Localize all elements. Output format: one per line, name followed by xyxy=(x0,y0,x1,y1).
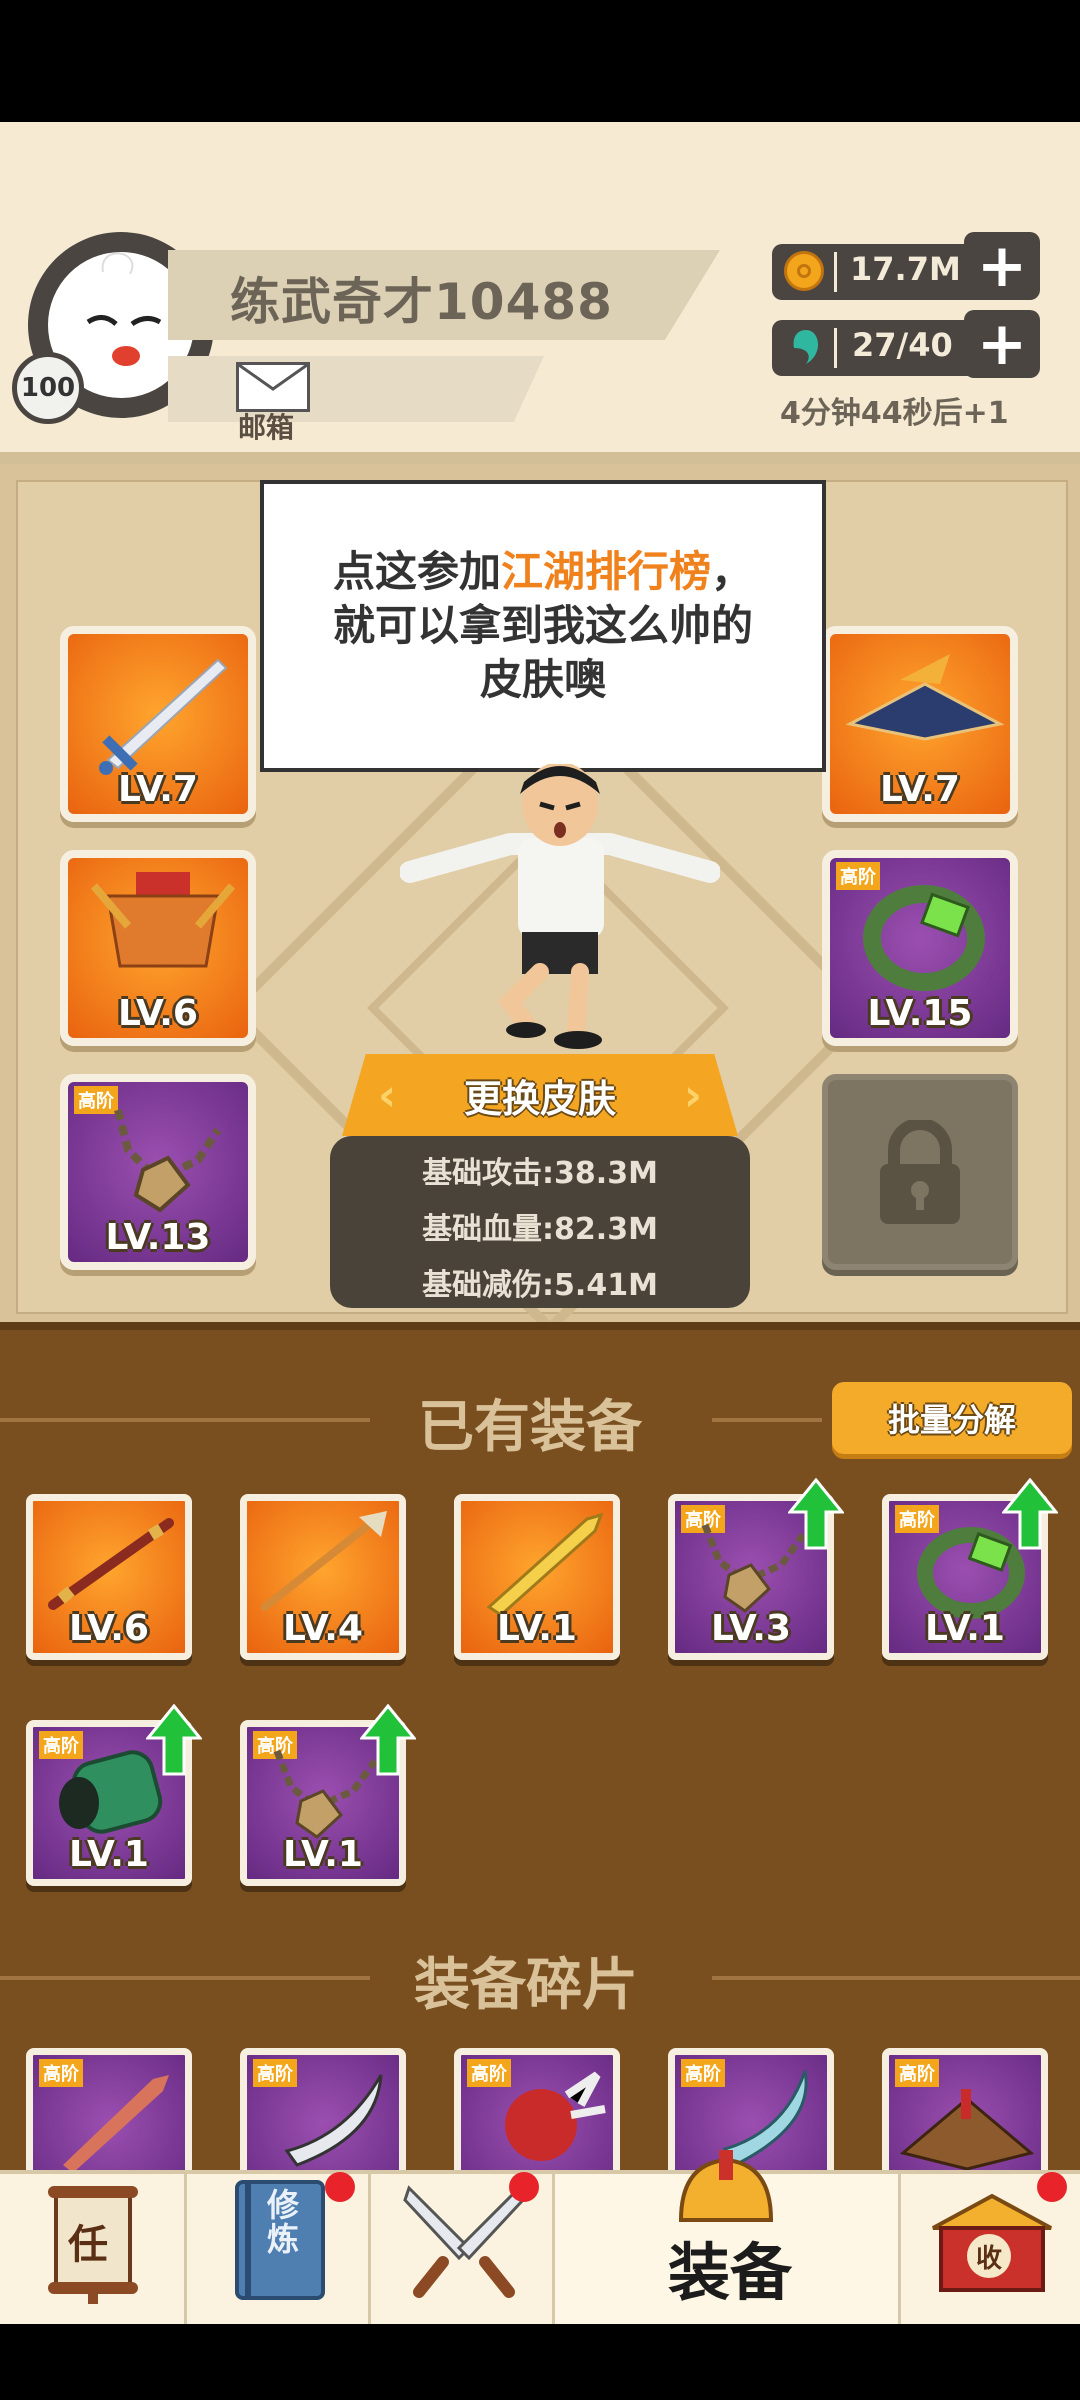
slot-level: LV.6 xyxy=(118,993,198,1034)
inventory-item[interactable]: LV.6 xyxy=(26,1494,192,1660)
item-level: LV.6 xyxy=(69,1608,149,1649)
nav-collect[interactable]: 收 xyxy=(901,2172,1080,2324)
notification-dot xyxy=(325,2172,355,2202)
stat-attack: 基础攻击:38.3M xyxy=(422,1156,658,1191)
section-line-left xyxy=(0,1976,370,1980)
equip-slot-weapon[interactable]: LV.7 xyxy=(60,626,256,822)
coin-amount: 17.7M xyxy=(850,250,961,288)
chevron-right-icon: › xyxy=(683,1070,702,1121)
change-skin-label: 更换皮肤 xyxy=(463,1076,616,1121)
straw-hat-icon xyxy=(845,654,1005,741)
mailbox-label[interactable]: 邮箱 xyxy=(238,406,294,446)
speech-comma: ， xyxy=(711,547,754,596)
quest-glyph: 任 xyxy=(68,2222,108,2268)
item-level: LV.1 xyxy=(283,1834,363,1875)
slot-level: LV.13 xyxy=(105,1217,211,1258)
item-level: LV.1 xyxy=(497,1608,577,1649)
nav-battle[interactable] xyxy=(371,2172,552,2324)
inventory-item[interactable]: LV.1 xyxy=(454,1494,620,1660)
equip-slot-hat[interactable]: LV.7 xyxy=(822,626,1018,822)
item-level: LV.3 xyxy=(711,1608,791,1649)
staff-icon xyxy=(48,1518,174,1610)
item-level: LV.4 xyxy=(283,1608,363,1649)
add-stamina-button[interactable]: + xyxy=(964,310,1040,378)
speech-prefix: 点这参加 xyxy=(332,547,501,596)
inventory-divider xyxy=(0,1322,1080,1330)
fragment-item[interactable]: 高阶 xyxy=(240,2048,406,2170)
slot-level: LV.15 xyxy=(867,993,973,1034)
section-line-right xyxy=(712,1976,1080,1980)
fragment-item[interactable]: 高阶 xyxy=(454,2048,620,2170)
mail-banner xyxy=(168,356,544,422)
change-skin-button[interactable]: ‹ 更换皮肤 › xyxy=(342,1054,738,1136)
add-coins-button[interactable]: + xyxy=(964,232,1040,300)
equip-slot-necklace[interactable]: 高阶 LV.13 xyxy=(60,1074,256,1270)
necklace-icon xyxy=(114,1109,222,1213)
sword-icon xyxy=(99,658,228,775)
helmet-icon xyxy=(678,2150,774,2222)
speech-line2: 就可以拿到我这么帅的 xyxy=(332,601,753,650)
speech-bubble[interactable]: 点这参加江湖排行榜， 就可以拿到我这么帅的 皮肤噢 xyxy=(260,480,826,772)
stat-damage-reduction: 基础减伤:5.41M xyxy=(422,1268,658,1303)
nav-training[interactable]: 修 炼 xyxy=(187,2172,368,2324)
leaderboard-link[interactable]: 江湖排行榜 xyxy=(501,547,711,596)
equip-slot-locked[interactable] xyxy=(822,1074,1018,1270)
blade-icon xyxy=(486,1512,604,1617)
owned-equipment-title: 已有装备 xyxy=(418,1395,642,1460)
player-level-badge: 100 xyxy=(12,352,84,424)
upgrade-arrow-icon xyxy=(360,1704,416,1776)
speech-line3: 皮肤噢 xyxy=(479,655,606,704)
equip-slot-armor[interactable]: LV.6 xyxy=(60,850,256,1046)
upgrade-arrow-icon xyxy=(1002,1478,1058,1550)
bulk-decompose-button[interactable]: 批量分解 xyxy=(832,1382,1072,1454)
stamina-divider xyxy=(834,328,837,368)
item-level: LV.1 xyxy=(69,1834,149,1875)
equip-slot-bracelet[interactable]: 高阶 LV.15 xyxy=(822,850,1018,1046)
upgrade-arrow-icon xyxy=(146,1704,202,1776)
fragment-item[interactable]: 高阶 xyxy=(882,2048,1048,2170)
notification-dot xyxy=(1037,2172,1067,2202)
fragment-item[interactable]: 高阶 xyxy=(26,2048,192,2170)
upgrade-arrow-icon xyxy=(788,1478,844,1550)
training-glyph-2: 炼 xyxy=(267,2220,300,2258)
lock-icon xyxy=(880,1120,960,1224)
spear-icon xyxy=(261,1511,387,1611)
bracelet-icon xyxy=(863,885,985,991)
chevron-left-icon: ‹ xyxy=(378,1070,397,1121)
system-nav-bar xyxy=(0,2324,1080,2400)
hat-fragment-icon xyxy=(899,2089,1035,2170)
stamina-amount: 27/40 xyxy=(852,326,953,364)
notification-dot xyxy=(509,2172,539,2202)
item-level: LV.1 xyxy=(925,1608,1005,1649)
training-glyph-1: 修 xyxy=(267,2186,300,2224)
slot-level: LV.7 xyxy=(880,769,960,810)
crossed-swords-icon xyxy=(403,2185,525,2298)
mail-icon[interactable] xyxy=(236,362,310,412)
section-line-right xyxy=(712,1418,822,1422)
collect-glyph: 收 xyxy=(967,2234,1011,2278)
stat-hp: 基础血量:82.3M xyxy=(422,1212,658,1247)
inventory-item[interactable]: LV.4 xyxy=(240,1494,406,1660)
nav-equipment-label[interactable]: 装备 xyxy=(668,2222,792,2312)
training-glyphs: 修 炼 xyxy=(267,2188,299,2256)
armor-icon xyxy=(90,872,236,968)
header-divider xyxy=(0,452,1080,464)
stamina-timer: 4分钟44秒后+1 xyxy=(780,396,1009,431)
nav-quest[interactable]: 任 xyxy=(0,2174,184,2324)
section-line-left xyxy=(0,1418,370,1422)
slot-level: LV.7 xyxy=(118,769,198,810)
status-bar xyxy=(0,0,1080,122)
saber-fragment-icon xyxy=(284,2074,383,2167)
coin-icon xyxy=(784,251,824,291)
coin-divider xyxy=(834,252,837,292)
character-figure[interactable] xyxy=(400,764,720,1054)
base-stats-panel: 基础攻击:38.3M 基础血量:82.3M 基础减伤:5.41M xyxy=(330,1136,750,1308)
player-name: 练武奇才10488 xyxy=(230,273,613,331)
equipment-fragments-title: 装备碎片 xyxy=(414,1953,638,2018)
teardrop-icon xyxy=(786,326,826,374)
mace-fragment-icon xyxy=(505,2071,606,2161)
sword-fragment-icon xyxy=(63,2075,169,2170)
